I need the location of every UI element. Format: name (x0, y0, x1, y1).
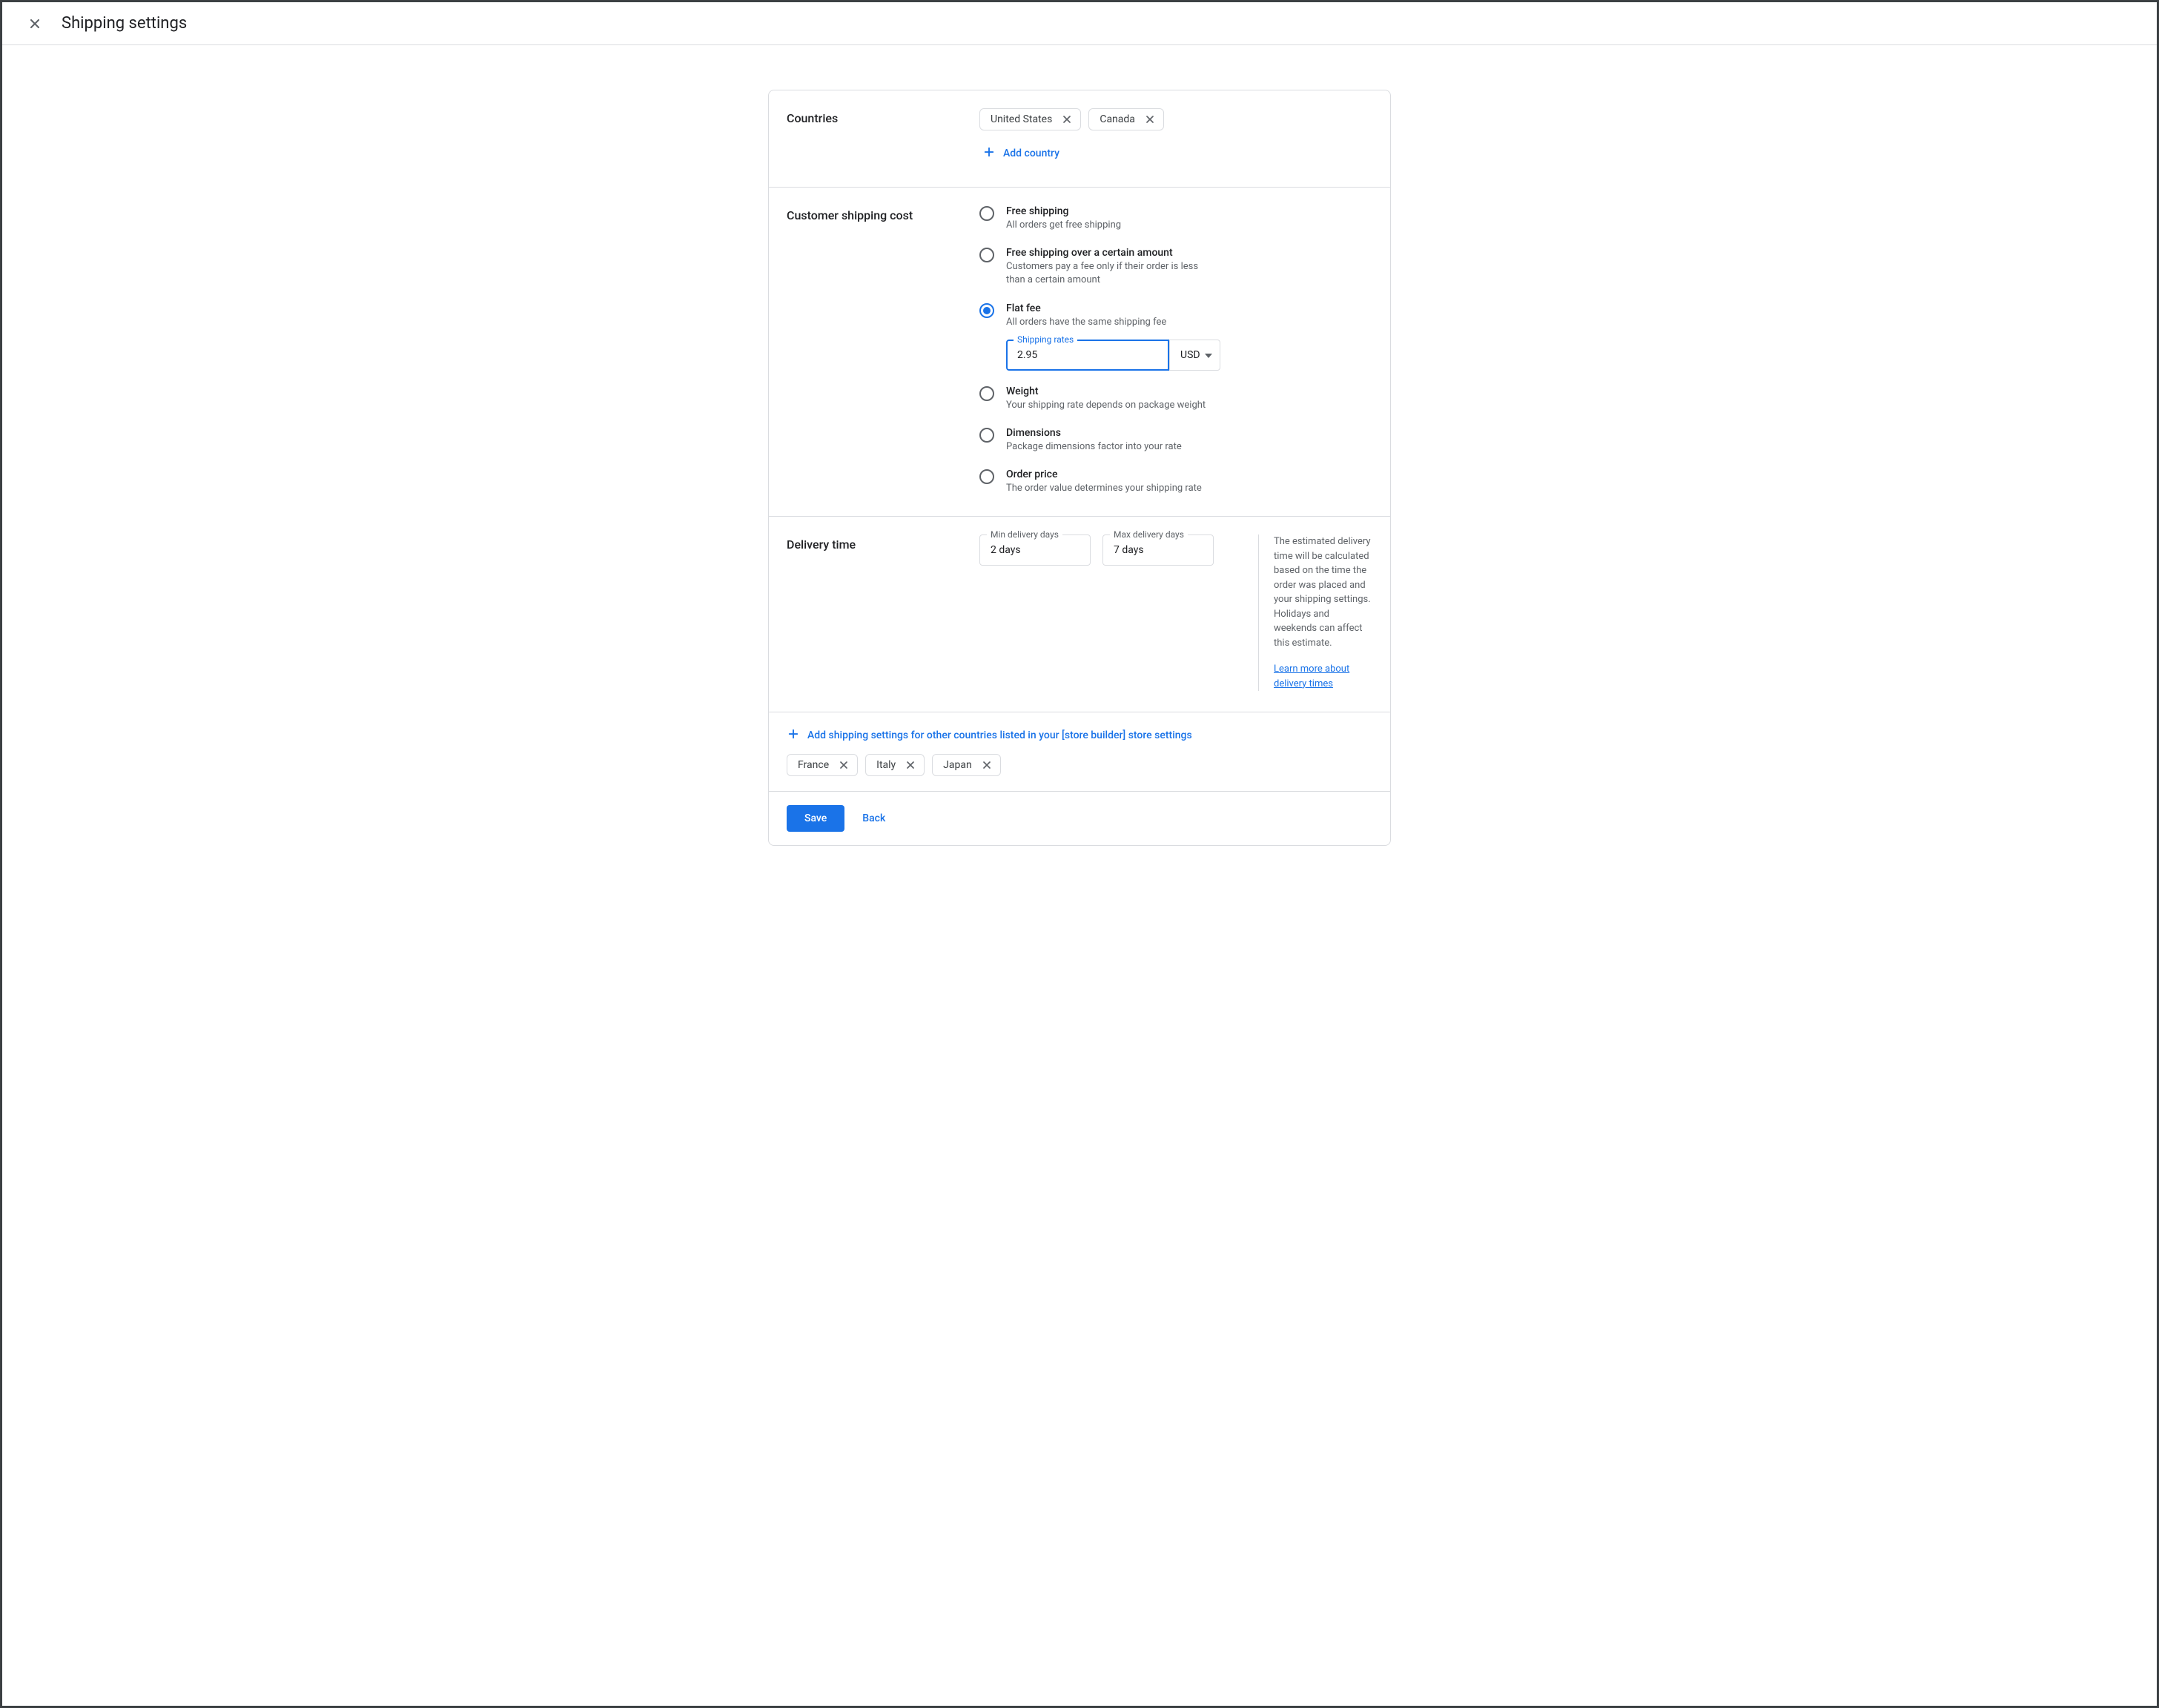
delivery-info-text: The estimated delivery time will be calc… (1274, 534, 1372, 650)
country-chip-us: United States (979, 108, 1081, 130)
save-button[interactable]: Save (787, 805, 844, 832)
plus-icon (787, 727, 800, 744)
currency-select[interactable]: USD (1169, 340, 1220, 371)
countries-section: Countries United States Canada (769, 90, 1390, 188)
radio-icon[interactable] (979, 386, 994, 401)
country-chip-japan: Japan (932, 754, 1001, 776)
shipping-cost-label: Customer shipping cost (787, 205, 950, 495)
remove-icon[interactable] (981, 759, 993, 771)
page-title: Shipping settings (62, 14, 187, 33)
add-country-button[interactable]: Add country (979, 141, 1062, 166)
radio-free-shipping[interactable]: Free shipping All orders get free shippi… (979, 205, 1372, 232)
radio-free-over-amount[interactable]: Free shipping over a certain amount Cust… (979, 247, 1372, 287)
shipping-rate-field: Shipping rates (1006, 340, 1169, 371)
shipping-options-list: Free shipping All orders get free shippi… (979, 205, 1372, 495)
chip-label: Canada (1100, 113, 1135, 125)
radio-order-price[interactable]: Order price The order value determines y… (979, 469, 1372, 495)
app-header: Shipping settings (2, 2, 2157, 45)
country-chip-italy: Italy (865, 754, 925, 776)
delivery-section: Delivery time Min delivery days Max deli… (769, 517, 1390, 712)
remove-icon[interactable] (905, 759, 916, 771)
remove-icon[interactable] (1144, 113, 1156, 125)
currency-value: USD (1180, 349, 1200, 361)
radio-icon[interactable] (979, 303, 994, 318)
radio-icon[interactable] (979, 428, 994, 443)
country-chip-canada: Canada (1088, 108, 1164, 130)
country-chip-france: France (787, 754, 858, 776)
countries-label: Countries (787, 108, 950, 166)
remove-icon[interactable] (1061, 113, 1073, 125)
back-button[interactable]: Back (856, 805, 891, 832)
learn-more-link[interactable]: Learn more about delivery times (1274, 662, 1372, 691)
add-country-label: Add country (1003, 148, 1059, 159)
field-label: Max delivery days (1110, 529, 1188, 540)
min-delivery-field: Min delivery days (979, 534, 1091, 566)
plus-icon (982, 145, 996, 162)
radio-icon[interactable] (979, 469, 994, 484)
countries-chip-row: United States Canada (979, 108, 1372, 130)
add-other-settings-button[interactable]: Add shipping settings for other countrie… (787, 727, 1192, 744)
radio-title: Order price (1006, 469, 1372, 480)
radio-desc: Customers pay a fee only if their order … (1006, 260, 1214, 287)
delivery-info-panel: The estimated delivery time will be calc… (1258, 534, 1372, 691)
radio-desc: All orders have the same shipping fee (1006, 316, 1214, 329)
radio-weight[interactable]: Weight Your shipping rate depends on pac… (979, 385, 1372, 412)
radio-flat-fee[interactable]: Flat fee All orders have the same shippi… (979, 302, 1372, 371)
radio-desc: The order value determines your shipping… (1006, 482, 1214, 495)
radio-desc: Your shipping rate depends on package we… (1006, 399, 1214, 412)
chip-label: United States (991, 113, 1052, 125)
chip-label: France (798, 759, 829, 771)
radio-title: Free shipping (1006, 205, 1372, 217)
radio-title: Weight (1006, 385, 1372, 397)
radio-desc: Package dimensions factor into your rate (1006, 440, 1214, 454)
max-delivery-field: Max delivery days (1102, 534, 1214, 566)
shipping-cost-section: Customer shipping cost Free shipping All… (769, 188, 1390, 517)
radio-title: Flat fee (1006, 302, 1372, 314)
radio-title: Dimensions (1006, 427, 1372, 439)
close-icon[interactable] (26, 15, 44, 33)
chip-label: Japan (943, 759, 972, 771)
add-other-label: Add shipping settings for other countrie… (807, 729, 1192, 741)
settings-card: Countries United States Canada (768, 90, 1391, 846)
radio-icon[interactable] (979, 206, 994, 221)
radio-title: Free shipping over a certain amount (1006, 247, 1372, 259)
chevron-down-icon (1205, 349, 1212, 361)
radio-icon[interactable] (979, 248, 994, 262)
add-other-settings-section: Add shipping settings for other countrie… (769, 712, 1390, 792)
footer-actions: Save Back (769, 792, 1390, 845)
remove-icon[interactable] (838, 759, 850, 771)
radio-desc: All orders get free shipping (1006, 219, 1214, 232)
other-countries-chips: France Italy Japan (787, 754, 1372, 776)
field-label: Shipping rates (1014, 334, 1077, 345)
delivery-label: Delivery time (787, 534, 950, 566)
chip-label: Italy (876, 759, 896, 771)
radio-dimensions[interactable]: Dimensions Package dimensions factor int… (979, 427, 1372, 454)
field-label: Min delivery days (987, 529, 1062, 540)
